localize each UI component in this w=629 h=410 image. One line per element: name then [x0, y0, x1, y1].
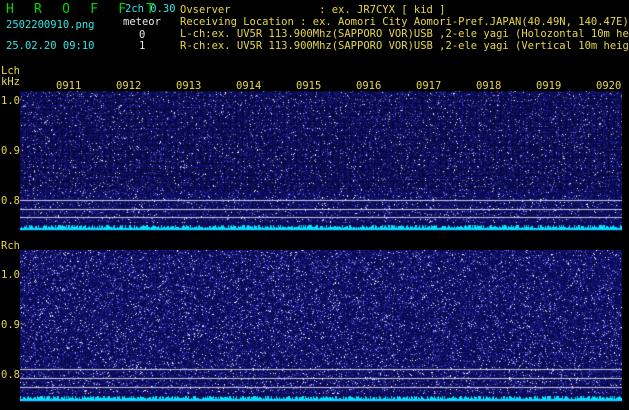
rch-tick-1.0: 1.0 — [1, 269, 20, 281]
time-tick-0920: 0920 — [596, 80, 622, 92]
time-tick-0913: 0913 — [176, 80, 202, 92]
counter-rch: 1 — [139, 40, 146, 52]
lch-tick-0.8: 0.8 — [1, 195, 20, 207]
time-tick-0916: 0916 — [356, 80, 382, 92]
file-name: 2502200910.png — [6, 19, 95, 31]
lch-unit-label: kHz — [1, 76, 20, 88]
observer-line: Ovserver : ex. JR7CYX [ kid ] — [180, 4, 446, 16]
timestamp: 25.02.20 09:10 — [6, 40, 95, 52]
time-tick-0918: 0918 — [476, 80, 502, 92]
counter-lch: 0 — [139, 29, 146, 41]
lch-tick-0.9: 0.9 — [1, 145, 20, 157]
rch-tick-0.9: 0.9 — [1, 319, 20, 331]
lch-label: Lch — [1, 65, 20, 77]
rch-tick-0.8: 0.8 — [1, 369, 20, 381]
channel-info: 2ch 0.30 — [125, 3, 176, 15]
time-tick-0912: 0912 — [116, 80, 142, 92]
time-tick-0911: 0911 — [56, 80, 82, 92]
time-tick-0917: 0917 — [416, 80, 442, 92]
lch-tick-1.0: 1.0 — [1, 95, 20, 107]
time-tick-0919: 0919 — [536, 80, 562, 92]
counter-label: meteor — [123, 16, 161, 28]
rch-info-line: R-ch:ex. UV5R 113.900Mhz(SAPPORO VOR)USB… — [180, 40, 629, 52]
location-line: Receiving Location : ex. Aomori City Aom… — [180, 16, 629, 28]
lch-waterfall — [20, 91, 622, 231]
rch-waterfall — [20, 250, 622, 402]
time-tick-0915: 0915 — [296, 80, 322, 92]
lch-info-line: L-ch:ex. UV5R 113.900Mhz(SAPPORO VOR)USB… — [180, 28, 629, 40]
rch-label: Rch — [1, 240, 20, 252]
time-tick-0914: 0914 — [236, 80, 262, 92]
